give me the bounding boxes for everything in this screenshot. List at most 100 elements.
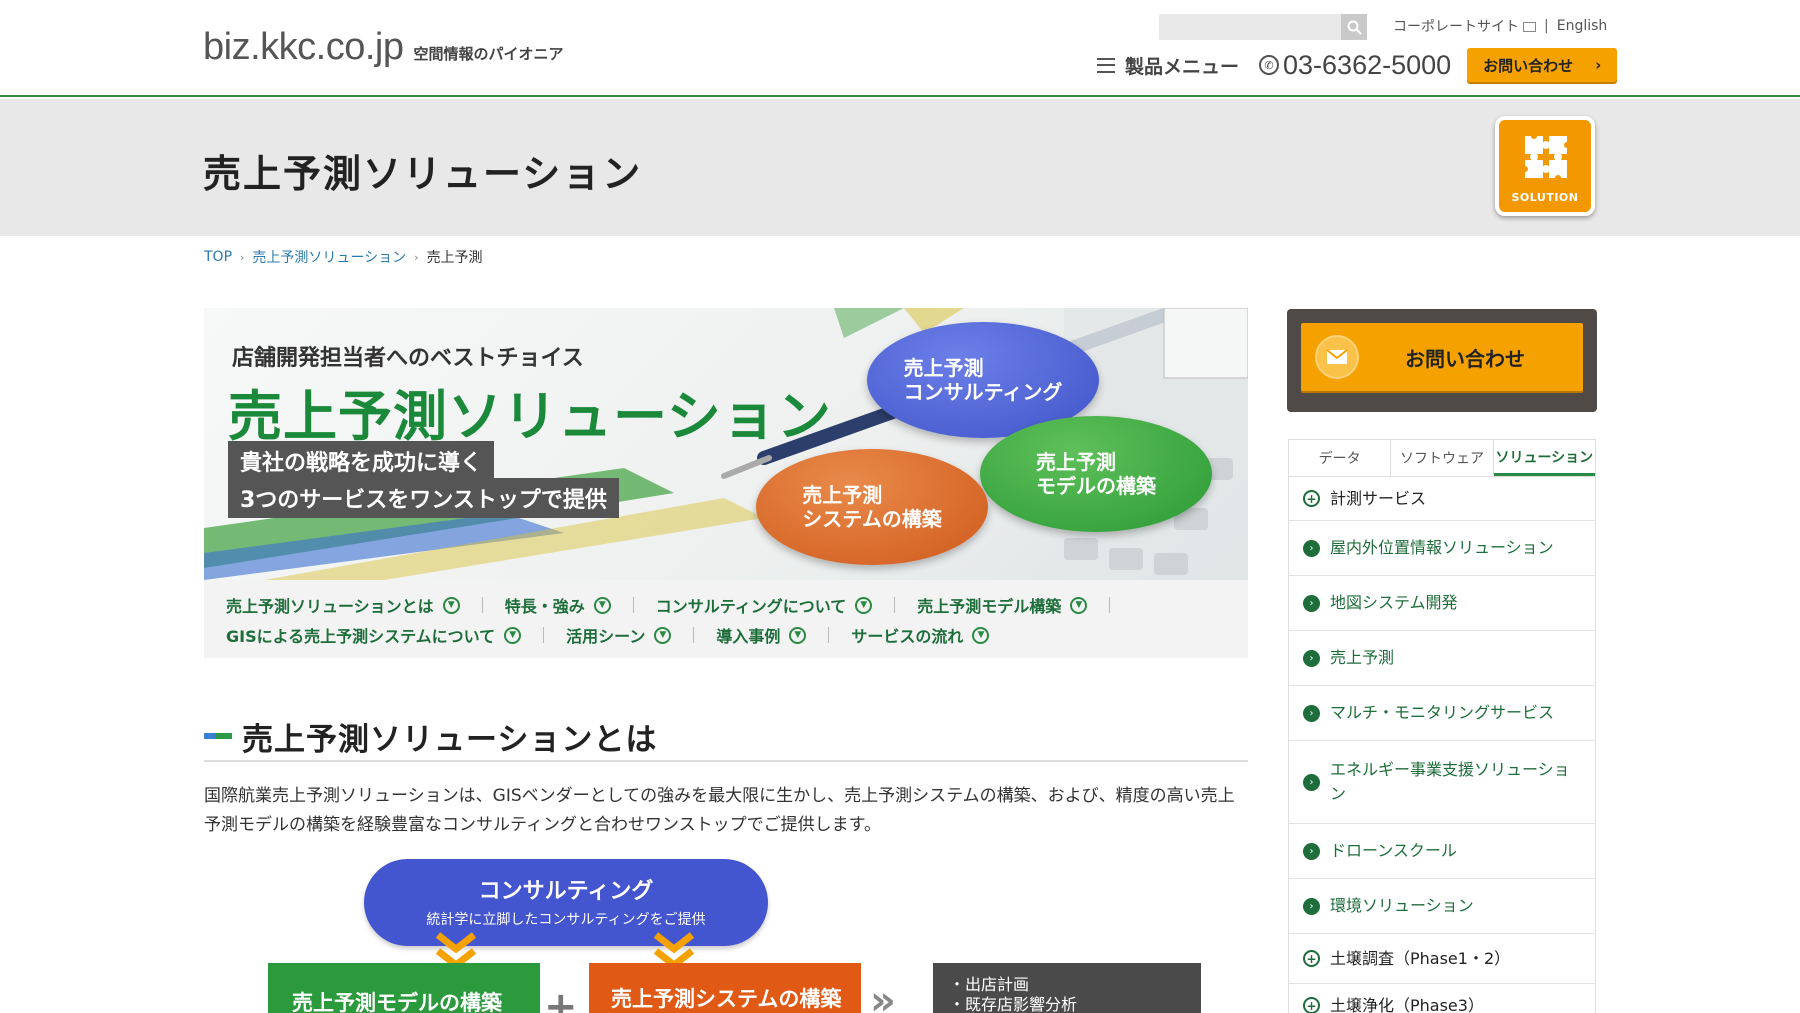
diagram-usage-line-2: ・既存店影響分析	[949, 995, 1078, 1013]
arrow-circle-icon: ›	[1303, 539, 1320, 557]
chevron-down-icon: ▼	[1070, 596, 1088, 614]
anchor-row-2: GISによる売上予測システムについて ▼ 活用シーン ▼ 導入事例 ▼ サービスの流れ…	[226, 620, 1226, 650]
header-contact-button[interactable]: お問い合わせ ›	[1467, 48, 1618, 82]
hamburger-icon	[1097, 57, 1115, 73]
arrow-circle-icon: ›	[1303, 594, 1320, 612]
hero-title: 売上予測ソリューション	[228, 385, 832, 448]
divider	[543, 627, 545, 643]
divider	[632, 597, 634, 613]
plus-circle-icon: +	[1303, 997, 1320, 1013]
product-menu-label: 製品メニュー	[1125, 55, 1240, 78]
chevron-down-icon: ▼	[972, 626, 990, 644]
bubble-consulting-label: 売上予測 コンサルティング	[903, 356, 1063, 404]
sidebar-item-soil-remediation[interactable]: + 土壌浄化（Phase3）	[1289, 984, 1595, 1013]
page-title: 売上予測ソリューション	[203, 152, 643, 196]
sidebar-item-energy[interactable]: › エネルギー事業支援ソリューション	[1289, 741, 1595, 824]
breadcrumb-chevron-icon: ›	[414, 250, 419, 264]
bubble-system-label: 売上予測 システムの構築	[802, 483, 942, 531]
logo-text[interactable]: biz.kkc.co.jp	[203, 26, 404, 69]
english-link[interactable]: English	[1557, 18, 1608, 34]
top-links: コーポレートサイト | English	[1393, 16, 1607, 36]
anchor-link-about[interactable]: 売上予測ソリューションとは ▼	[226, 593, 460, 617]
breadcrumb-current: 売上予測	[426, 250, 483, 266]
diagram-consulting-subtitle: 統計学に立脚したコンサルティングをご提供	[426, 912, 706, 928]
arrow-circle-icon: ›	[1303, 842, 1320, 860]
diagram-usage-box: ・出店計画 ・既存店影響分析	[933, 963, 1201, 1013]
title-band: 売上予測ソリューション SOLUTION	[0, 99, 1800, 236]
bubble-model-label: 売上予測 モデルの構築	[1036, 450, 1156, 498]
diagram-system-box: 売上予測システムの構築	[589, 963, 861, 1013]
anchor-link-features[interactable]: 特長・強み ▼	[505, 593, 611, 617]
sidebar-contact-button[interactable]: お問い合わせ	[1301, 323, 1583, 391]
diagram-consulting-title: コンサルティング	[478, 879, 654, 904]
sidebar-tabs: データ ソフトウェア ソリューション	[1289, 440, 1595, 477]
external-link-icon	[1523, 22, 1536, 32]
hero-tagline-2: 3つのサービスをワンストップで提供	[228, 478, 619, 518]
sidebar-item-map-system[interactable]: › 地図システム開発	[1289, 576, 1595, 631]
tab-data[interactable]: データ	[1289, 440, 1392, 476]
divider	[481, 597, 483, 613]
anchor-link-flow[interactable]: サービスの流れ ▼	[851, 623, 990, 647]
bubble-system: 売上予測 システムの構築	[756, 449, 988, 565]
diagram-plus: +	[544, 984, 578, 1013]
anchor-link-consulting[interactable]: コンサルティングについて ▼	[656, 593, 873, 617]
product-menu-button[interactable]: 製品メニュー	[1097, 52, 1239, 79]
corporate-site-link[interactable]: コーポレートサイト	[1393, 16, 1536, 36]
link-separator: |	[1544, 18, 1549, 34]
plus-circle-icon: +	[1303, 490, 1320, 507]
breadcrumb-chevron-icon: ›	[240, 250, 245, 264]
divider	[1109, 597, 1111, 613]
diagram-consulting-box: コンサルティング 統計学に立脚したコンサルティングをご提供	[364, 859, 768, 946]
arrow-circle-icon: ›	[1303, 897, 1320, 915]
logo-tagline: 空間情報のパイオニア	[413, 45, 564, 63]
site-logo[interactable]: biz.kkc.co.jp 空間情報のパイオニア	[203, 26, 563, 69]
breadcrumb-solution[interactable]: 売上予測ソリューション	[252, 247, 406, 267]
divider	[894, 597, 896, 613]
heading-accent-bar	[204, 733, 232, 739]
search-input[interactable]	[1159, 14, 1341, 40]
search-button[interactable]	[1341, 14, 1367, 40]
bubble-model: 売上予測 モデルの構築	[980, 416, 1212, 532]
arrow-circle-icon: ›	[1303, 773, 1320, 791]
sidebar-item-multi-monitoring[interactable]: › マルチ・モニタリングサービス	[1289, 686, 1595, 741]
sidebar-item-environment[interactable]: › 環境ソリューション	[1289, 879, 1595, 934]
sidebar-item-sales-forecast[interactable]: › 売上予測	[1289, 631, 1595, 686]
anchor-link-gis[interactable]: GISによる売上予測システムについて ▼	[226, 623, 522, 647]
chevron-down-icon: ▼	[654, 626, 672, 644]
header-contact-label: お問い合わせ	[1483, 56, 1574, 75]
phone-icon: ✆	[1259, 55, 1280, 75]
sidebar-item-soil-survey[interactable]: + 土壌調査（Phase1・2）	[1289, 934, 1595, 984]
sidebar-item-measurement[interactable]: + 計測サービス	[1289, 477, 1595, 521]
site-header: biz.kkc.co.jp 空間情報のパイオニア コーポレートサイト | Eng…	[0, 0, 1800, 97]
anchor-row-1: 売上予測ソリューションとは ▼ 特長・強み ▼ コンサルティングについて ▼ 売上予測…	[226, 590, 1226, 620]
plus-circle-icon: +	[1303, 950, 1320, 967]
section-body-text: 国際航業売上予測ソリューションは、GISベンダーとしての強みを最大限に生かし、売…	[204, 786, 1235, 835]
arrow-circle-icon: ›	[1303, 704, 1320, 722]
hero-tagline-1: 貴社の戦略を成功に導く	[228, 441, 495, 481]
anchor-link-scenes[interactable]: 活用シーン ▼	[566, 623, 672, 647]
sidebar-contact-panel: お問い合わせ	[1287, 309, 1597, 412]
section-heading: 売上予測ソリューションとは	[204, 712, 1248, 762]
search-icon	[1347, 20, 1362, 35]
sidebar-contact-label: お問い合わせ	[1405, 346, 1525, 371]
section-title: 売上予測ソリューションとは	[242, 721, 658, 758]
puzzle-icon	[1522, 133, 1570, 181]
anchor-link-model[interactable]: 売上予測モデル構築 ▼	[917, 593, 1088, 617]
mail-icon	[1315, 335, 1359, 379]
anchor-link-cases[interactable]: 導入事例 ▼	[716, 623, 807, 647]
sidebar-item-drone-school[interactable]: › ドローンスクール	[1289, 824, 1595, 879]
breadcrumb: TOP › 売上予測ソリューション › 売上予測	[204, 247, 483, 267]
header-actions: 製品メニュー ✆ 03-6362-5000 お問い合わせ ›	[1097, 48, 1618, 82]
sidebar-item-indoor-location[interactable]: › 屋内外位置情報ソリューション	[1289, 521, 1595, 576]
search-box	[1159, 14, 1367, 40]
breadcrumb-top[interactable]: TOP	[204, 249, 232, 265]
chevron-down-icon: ▼	[593, 596, 611, 614]
sidebar-menu: データ ソフトウェア ソリューション + 計測サービス › 屋内外位置情報ソリューシ…	[1288, 439, 1596, 1013]
tab-solution[interactable]: ソリューション	[1493, 440, 1595, 476]
phone-text: 03-6362-5000	[1283, 49, 1452, 80]
hero-subtitle: 店舗開発担当者へのベストチョイス	[232, 346, 584, 371]
anchor-nav: 売上予測ソリューションとは ▼ 特長・強み ▼ コンサルティングについて ▼ 売上予測…	[204, 580, 1248, 658]
solution-badge-label: SOLUTION	[1511, 191, 1579, 204]
tab-software[interactable]: ソフトウェア	[1391, 440, 1494, 476]
phone-number[interactable]: ✆ 03-6362-5000	[1259, 50, 1451, 81]
